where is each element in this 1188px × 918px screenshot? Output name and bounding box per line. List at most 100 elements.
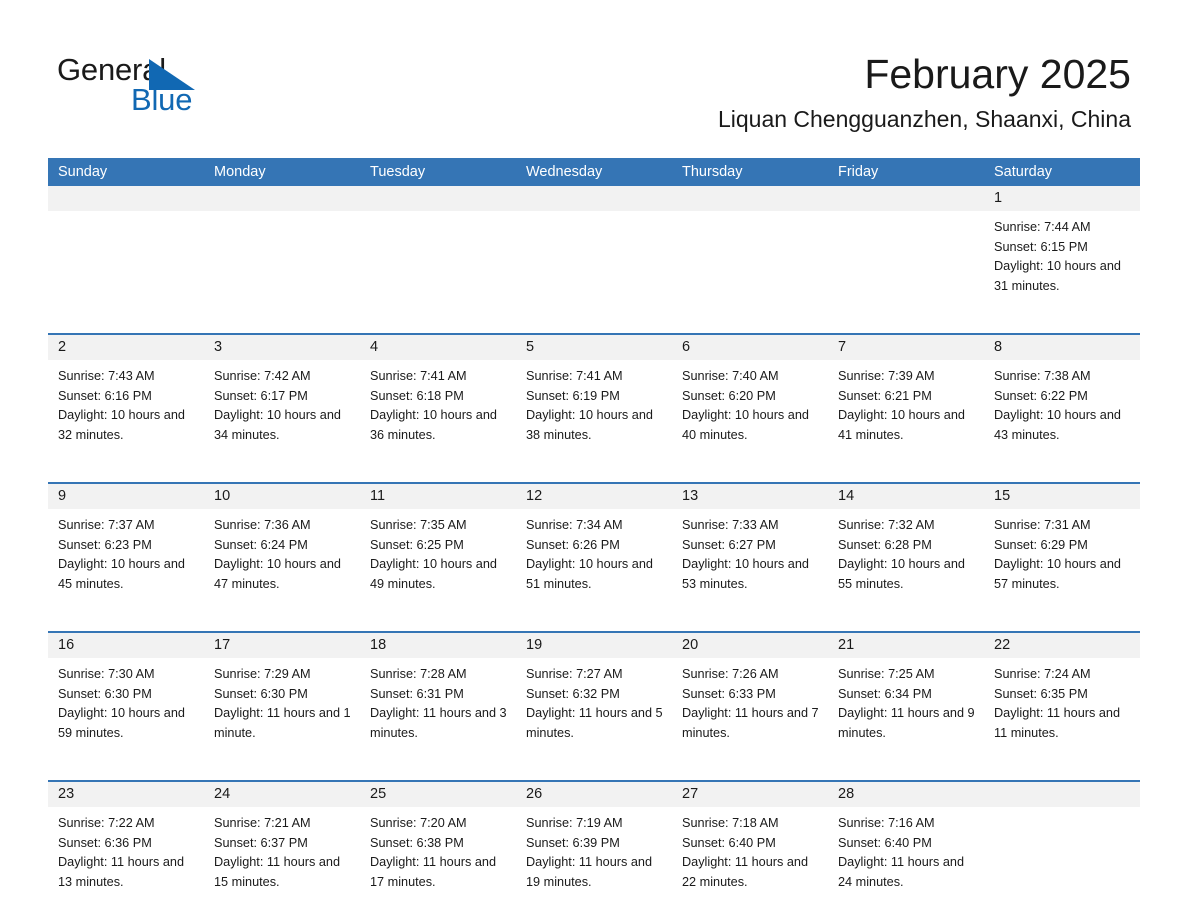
calendar-day-cell[interactable]: 18 Sunrise: 7:28 AM Sunset: 6:31 PM Dayligh…	[360, 633, 516, 766]
calendar-day-cell[interactable]: 8 Sunrise: 7:38 AM Sunset: 6:22 PM Daylight…	[984, 335, 1140, 468]
weekday-header-monday: Monday	[214, 164, 266, 180]
day-sun-info: Sunrise: 7:38 AM Sunset: 6:22 PM Daylight:…	[984, 360, 1140, 446]
day-number-band: 7	[828, 335, 984, 360]
calendar-page: General Blue February 2025 Liquan Chengg…	[0, 0, 1188, 918]
sunset-text: Sunset: 6:30 PM	[214, 686, 308, 701]
sunrise-text: Sunrise: 7:29 AM	[214, 667, 311, 681]
calendar-day-cell[interactable]: 3 Sunrise: 7:42 AM Sunset: 6:17 PM Daylight…	[204, 335, 360, 468]
sunrise-text: Sunrise: 7:44 AM	[994, 220, 1091, 234]
day-number: 22	[994, 637, 1011, 653]
calendar-day-cell[interactable]: 5 Sunrise: 7:41 AM Sunset: 6:19 PM Daylight…	[516, 335, 672, 468]
day-number: 21	[838, 637, 855, 653]
calendar-day-cell[interactable]: 28 Sunrise: 7:16 AM Sunset: 6:40 PM Dayligh…	[828, 782, 984, 915]
day-number: 28	[838, 786, 855, 802]
calendar-day-cell-empty	[360, 186, 516, 319]
sunrise-text: Sunrise: 7:32 AM	[838, 518, 935, 532]
calendar-day-cell[interactable]: 12 Sunrise: 7:34 AM Sunset: 6:26 PM Dayligh…	[516, 484, 672, 617]
sunrise-text: Sunrise: 7:22 AM	[58, 816, 155, 830]
daylight-text: Daylight: 11 hours and 24 minutes.	[838, 855, 965, 890]
calendar-day-cell[interactable]: 17 Sunrise: 7:29 AM Sunset: 6:30 PM Dayligh…	[204, 633, 360, 766]
calendar-week-row: 16 Sunrise: 7:30 AM Sunset: 6:30 PM Dayligh…	[48, 631, 1140, 766]
calendar-day-cell[interactable]: 23 Sunrise: 7:22 AM Sunset: 6:36 PM Dayligh…	[48, 782, 204, 915]
daylight-text: Daylight: 10 hours and 41 minutes.	[838, 408, 965, 443]
sunrise-text: Sunrise: 7:41 AM	[370, 369, 467, 383]
daylight-text: Daylight: 10 hours and 40 minutes.	[682, 408, 809, 443]
calendar-day-cell[interactable]: 21 Sunrise: 7:25 AM Sunset: 6:34 PM Dayligh…	[828, 633, 984, 766]
calendar-day-cell[interactable]: 1 Sunrise: 7:44 AM Sunset: 6:15 PM Daylight…	[984, 186, 1140, 319]
calendar-day-cell[interactable]: 15 Sunrise: 7:31 AM Sunset: 6:29 PM Dayligh…	[984, 484, 1140, 617]
day-sun-info: Sunrise: 7:36 AM Sunset: 6:24 PM Daylight:…	[204, 509, 360, 595]
day-number: 27	[682, 786, 699, 802]
calendar-week-row: 23 Sunrise: 7:22 AM Sunset: 6:36 PM Dayligh…	[48, 780, 1140, 915]
day-sun-info: Sunrise: 7:39 AM Sunset: 6:21 PM Daylight:…	[828, 360, 984, 446]
calendar-day-cell[interactable]: 7 Sunrise: 7:39 AM Sunset: 6:21 PM Daylight…	[828, 335, 984, 468]
daylight-text: Daylight: 11 hours and 15 minutes.	[214, 855, 341, 890]
calendar-day-cell[interactable]: 22 Sunrise: 7:24 AM Sunset: 6:35 PM Dayligh…	[984, 633, 1140, 766]
day-number-band	[516, 186, 672, 211]
calendar-day-cell[interactable]: 11 Sunrise: 7:35 AM Sunset: 6:25 PM Dayligh…	[360, 484, 516, 617]
generalblue-logo[interactable]: General Blue	[57, 52, 317, 122]
day-number: 18	[370, 637, 387, 653]
weekday-header-tuesday: Tuesday	[370, 164, 426, 180]
sunrise-text: Sunrise: 7:16 AM	[838, 816, 935, 830]
calendar-day-cell[interactable]: 2 Sunrise: 7:43 AM Sunset: 6:16 PM Daylight…	[48, 335, 204, 468]
day-number: 8	[994, 339, 1003, 355]
sunrise-text: Sunrise: 7:30 AM	[58, 667, 155, 681]
sunrise-text: Sunrise: 7:40 AM	[682, 369, 779, 383]
day-number-band: 2	[48, 335, 204, 360]
day-number: 26	[526, 786, 543, 802]
sunset-text: Sunset: 6:15 PM	[994, 239, 1088, 254]
day-number: 10	[214, 488, 231, 504]
day-number-band: 3	[204, 335, 360, 360]
sunrise-text: Sunrise: 7:19 AM	[526, 816, 623, 830]
calendar-day-cell[interactable]: 10 Sunrise: 7:36 AM Sunset: 6:24 PM Dayligh…	[204, 484, 360, 617]
calendar-day-cell[interactable]: 27 Sunrise: 7:18 AM Sunset: 6:40 PM Dayligh…	[672, 782, 828, 915]
day-number: 9	[58, 488, 67, 504]
sunset-text: Sunset: 6:37 PM	[214, 835, 308, 850]
day-number: 6	[682, 339, 691, 355]
day-number-band: 5	[516, 335, 672, 360]
daylight-text: Daylight: 10 hours and 45 minutes.	[58, 557, 185, 592]
day-sun-info: Sunrise: 7:18 AM Sunset: 6:40 PM Daylight:…	[672, 807, 828, 893]
day-number-band: 20	[672, 633, 828, 658]
day-number: 16	[58, 637, 75, 653]
day-number-band	[204, 186, 360, 211]
day-number-band: 14	[828, 484, 984, 509]
day-number: 13	[682, 488, 699, 504]
daylight-text: Daylight: 10 hours and 53 minutes.	[682, 557, 809, 592]
daylight-text: Daylight: 10 hours and 57 minutes.	[994, 557, 1121, 592]
sunset-text: Sunset: 6:20 PM	[682, 388, 776, 403]
day-number-band: 12	[516, 484, 672, 509]
daylight-text: Daylight: 10 hours and 34 minutes.	[214, 408, 341, 443]
day-sun-info: Sunrise: 7:22 AM Sunset: 6:36 PM Daylight:…	[48, 807, 204, 893]
day-number-band: 22	[984, 633, 1140, 658]
sunset-text: Sunset: 6:25 PM	[370, 537, 464, 552]
day-number: 24	[214, 786, 231, 802]
calendar-day-cell[interactable]: 14 Sunrise: 7:32 AM Sunset: 6:28 PM Dayligh…	[828, 484, 984, 617]
day-number: 11	[370, 488, 386, 504]
day-number: 1	[994, 190, 1003, 206]
calendar-day-cell[interactable]: 9 Sunrise: 7:37 AM Sunset: 6:23 PM Daylight…	[48, 484, 204, 617]
calendar-day-cell[interactable]: 25 Sunrise: 7:20 AM Sunset: 6:38 PM Dayligh…	[360, 782, 516, 915]
calendar-week-row: 1 Sunrise: 7:44 AM Sunset: 6:15 PM Daylight…	[48, 186, 1140, 319]
calendar-day-cell-empty	[48, 186, 204, 319]
calendar-day-cell[interactable]: 6 Sunrise: 7:40 AM Sunset: 6:20 PM Daylight…	[672, 335, 828, 468]
day-number-band: 10	[204, 484, 360, 509]
sunset-text: Sunset: 6:33 PM	[682, 686, 776, 701]
week-spacer	[48, 319, 1140, 333]
calendar-day-cell[interactable]: 4 Sunrise: 7:41 AM Sunset: 6:18 PM Daylight…	[360, 335, 516, 468]
calendar-day-cell-empty	[204, 186, 360, 319]
day-number-band: 26	[516, 782, 672, 807]
day-number-band: 8	[984, 335, 1140, 360]
calendar-day-cell[interactable]: 26 Sunrise: 7:19 AM Sunset: 6:39 PM Dayligh…	[516, 782, 672, 915]
calendar-day-cell[interactable]: 19 Sunrise: 7:27 AM Sunset: 6:32 PM Dayligh…	[516, 633, 672, 766]
calendar-day-cell[interactable]: 24 Sunrise: 7:21 AM Sunset: 6:37 PM Dayligh…	[204, 782, 360, 915]
calendar-day-cell[interactable]: 13 Sunrise: 7:33 AM Sunset: 6:27 PM Dayligh…	[672, 484, 828, 617]
sunrise-text: Sunrise: 7:36 AM	[214, 518, 311, 532]
day-sun-info: Sunrise: 7:25 AM Sunset: 6:34 PM Daylight:…	[828, 658, 984, 744]
weekday-header-saturday: Saturday	[994, 164, 1053, 180]
calendar-day-cell[interactable]: 16 Sunrise: 7:30 AM Sunset: 6:30 PM Dayligh…	[48, 633, 204, 766]
sunrise-text: Sunrise: 7:41 AM	[526, 369, 623, 383]
calendar-day-cell[interactable]: 20 Sunrise: 7:26 AM Sunset: 6:33 PM Dayligh…	[672, 633, 828, 766]
day-number-band	[48, 186, 204, 211]
